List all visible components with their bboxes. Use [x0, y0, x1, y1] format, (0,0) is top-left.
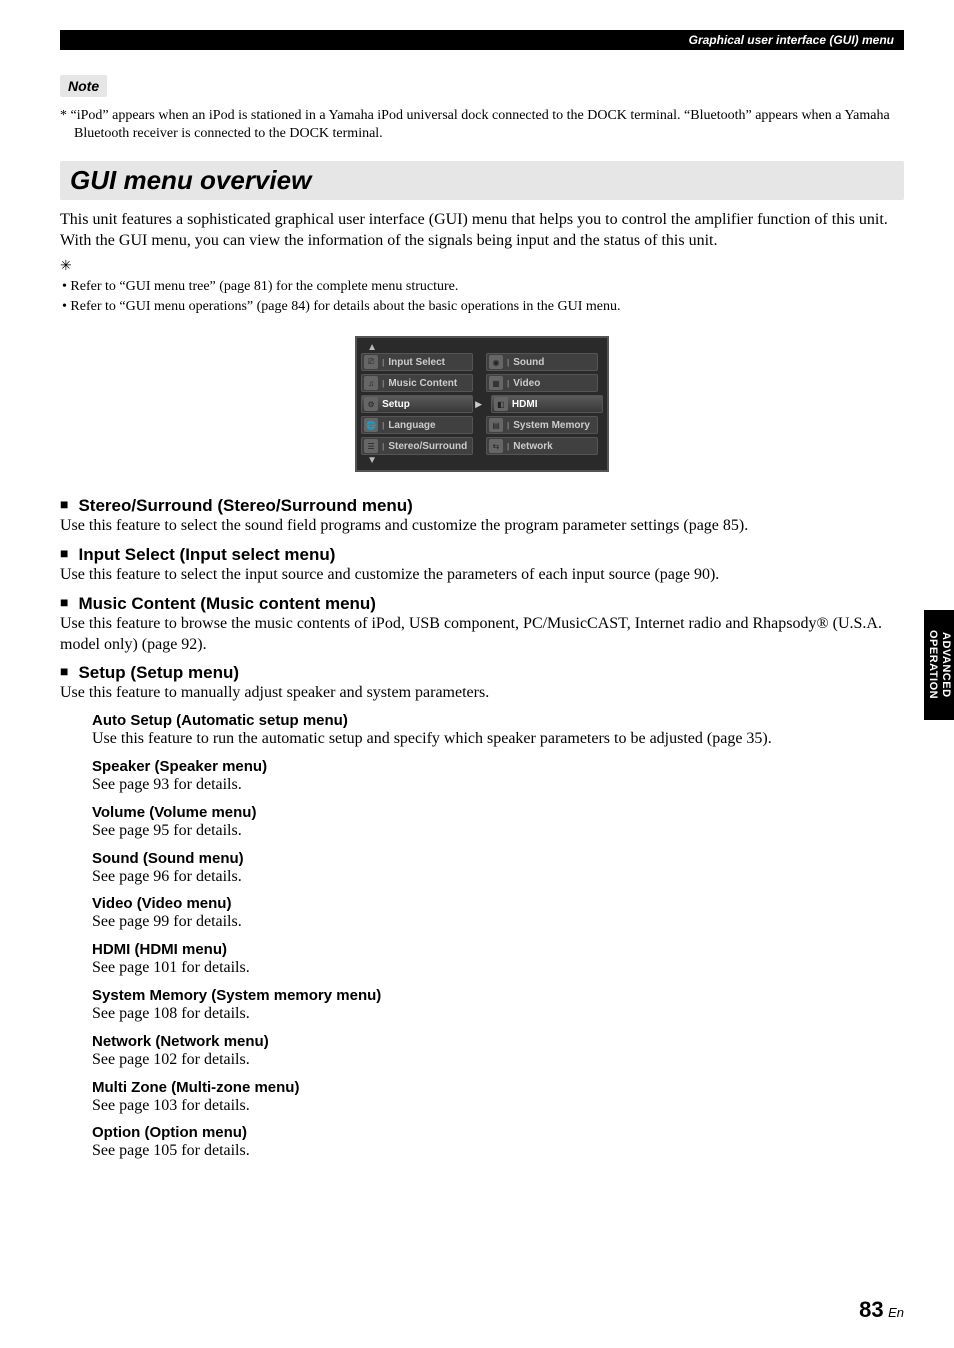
menu-icon: ◉ [489, 355, 503, 369]
menu-icon: ▦ [489, 376, 503, 390]
setup-sub-item: Multi Zone (Multi-zone menu) See page 10… [92, 1079, 904, 1117]
menu-heading: ■Input Select (Input select menu) [60, 545, 904, 565]
menu-icon: ▤ [489, 418, 503, 432]
setup-sub-item: Option (Option menu) See page 105 for de… [92, 1124, 904, 1162]
menu-heading: ■Setup (Setup menu) [60, 663, 904, 683]
tip-line: • Refer to “GUI menu operations” (page 8… [60, 297, 904, 317]
tip-icon: ✳︎ [60, 258, 904, 275]
gui-item-language: 🌐|Language [361, 416, 473, 434]
page-lang: En [888, 1305, 904, 1320]
gui-screenshot: ▲ ⎚|Input Select ♫|Music Content ⚙Setup … [60, 336, 904, 472]
gui-item-stereo-surround: ☰|Stereo/Surround [361, 437, 473, 455]
setup-sub-item: Auto Setup (Automatic setup menu) Use th… [92, 712, 904, 750]
setup-sub-item: Speaker (Speaker menu) See page 93 for d… [92, 758, 904, 796]
page-footer: 83 En [859, 1297, 904, 1323]
gui-item-input-select: ⎚|Input Select [361, 353, 473, 371]
intro-text: This unit features a sophisticated graph… [60, 210, 904, 252]
setup-sub-item: Video (Video menu) See page 99 for detai… [92, 895, 904, 933]
up-arrow-icon: ▲ [361, 342, 603, 353]
setup-sub-item: Network (Network menu) See page 102 for … [92, 1033, 904, 1071]
gui-item-sound: ◉|Sound [486, 353, 598, 371]
menu-body: Use this feature to select the input sou… [60, 565, 904, 586]
gui-item-video: ▦|Video [486, 374, 598, 392]
menu-body: Use this feature to select the sound fie… [60, 516, 904, 537]
menu-heading: ■Stereo/Surround (Stereo/Surround menu) [60, 496, 904, 516]
tip-line: • Refer to “GUI menu tree” (page 81) for… [60, 277, 904, 297]
gui-item-music-content: ♫|Music Content [361, 374, 473, 392]
menu-body: Use this feature to manually adjust spea… [60, 683, 904, 704]
menu-icon: ⇆ [489, 439, 503, 453]
menu-icon: ♫ [364, 376, 378, 390]
side-tab: ADVANCED OPERATION [924, 610, 954, 720]
section-title: GUI menu overview [60, 161, 904, 200]
page-header-band: Graphical user interface (GUI) menu [60, 30, 904, 50]
gui-item-hdmi: ◧HDMI [491, 395, 603, 413]
setup-sub-item: HDMI (HDMI menu) See page 101 for detail… [92, 941, 904, 979]
page-number: 83 [859, 1297, 883, 1322]
gui-item-setup: ⚙Setup [361, 395, 473, 413]
setup-sub-item: Volume (Volume menu) See page 95 for det… [92, 804, 904, 842]
menu-icon: ⎚ [364, 355, 378, 369]
breadcrumb: Graphical user interface (GUI) menu [689, 33, 894, 47]
note-label: Note [60, 75, 107, 97]
gui-item-network: ⇆|Network [486, 437, 598, 455]
menu-icon: ⚙ [364, 397, 378, 411]
gui-item-system-memory: ▤|System Memory [486, 416, 598, 434]
menu-icon: ◧ [494, 397, 508, 411]
setup-sub-item: Sound (Sound menu) See page 96 for detai… [92, 850, 904, 888]
note-body: * “iPod” appears when an iPod is station… [60, 107, 904, 143]
menu-icon: ☰ [364, 439, 378, 453]
menu-icon: 🌐 [364, 418, 378, 432]
down-arrow-icon: ▼ [361, 455, 603, 466]
setup-sub-item: System Memory (System memory menu) See p… [92, 987, 904, 1025]
menu-heading: ■Music Content (Music content menu) [60, 594, 904, 614]
menu-body: Use this feature to browse the music con… [60, 614, 904, 656]
right-arrow-icon: ▶ [475, 395, 482, 413]
